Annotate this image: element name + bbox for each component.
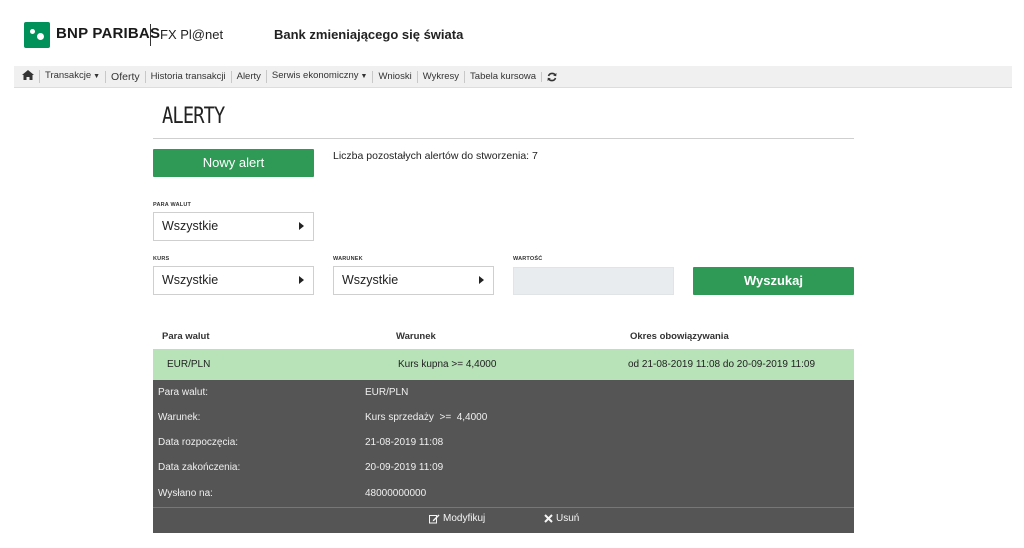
bank-name[interactable]: BNP PARIBAS	[56, 25, 160, 42]
logo-separator	[150, 24, 151, 46]
nav-item-wnioski[interactable]: Wnioski	[372, 70, 416, 83]
rate-value: Wszystkie	[162, 273, 219, 287]
currency-pair-select[interactable]: Wszystkie	[153, 212, 314, 241]
table-row[interactable]: EUR/PLN Kurs kupna >= 4,4000 od 21-08-20…	[153, 349, 854, 380]
home-icon	[22, 69, 34, 80]
value-label: WARTOŚĆ	[513, 256, 543, 262]
new-alert-button[interactable]: Nowy alert	[153, 149, 314, 177]
alert-details-panel: Para walut: EUR/PLN Warunek: Kurs sprzed…	[153, 380, 854, 533]
column-header-condition: Warunek	[396, 331, 436, 342]
close-icon	[544, 514, 553, 523]
remaining-alerts-text: Liczba pozostałych alertów do stworzenia…	[333, 150, 538, 162]
rate-select[interactable]: Wszystkie	[153, 266, 314, 295]
currency-pair-value: Wszystkie	[162, 219, 219, 233]
value-input[interactable]	[513, 267, 674, 295]
detail-label: Warunek:	[158, 412, 201, 423]
detail-value: 20-09-2019 11:09	[365, 462, 444, 473]
row-condition: Kurs kupna >= 4,4000	[398, 359, 497, 370]
delete-button[interactable]: Usuń	[544, 513, 579, 524]
caret-down-icon: ▼	[360, 73, 368, 80]
title-divider	[153, 138, 854, 139]
detail-divider	[153, 507, 854, 508]
detail-label: Data rozpoczęcia:	[158, 437, 239, 448]
condition-value: Wszystkie	[342, 273, 399, 287]
modify-button[interactable]: Modyfikuj	[429, 513, 485, 524]
detail-value: 48000000000	[365, 488, 427, 499]
nav-item-wykresy[interactable]: Wykresy	[416, 70, 464, 83]
page-title: ALERTY	[162, 104, 225, 129]
edit-icon	[429, 514, 440, 524]
caret-right-icon	[479, 276, 484, 284]
condition-label: WARUNEK	[333, 256, 363, 262]
header: BNP PARIBAS FX Pl@net Bank zmieniającego…	[0, 0, 1024, 66]
detail-value: 21-08-2019 11:08	[365, 437, 444, 448]
refresh-icon	[547, 72, 557, 82]
nav-item-transakcje[interactable]: Transakcje ▼	[39, 70, 105, 83]
product-name: FX Pl@net	[160, 27, 224, 42]
column-header-period: Okres obowiązywania	[630, 331, 729, 342]
detail-value: Kurs sprzedaży >= 4,4000	[365, 412, 488, 423]
tagline: Bank zmieniającego się świata	[274, 27, 464, 42]
currency-pair-label: PARA WALUT	[153, 202, 192, 208]
nav-item-alerty[interactable]: Alerty	[230, 70, 266, 83]
main-nav: Transakcje ▼ Oferty Historia transakcji A…	[14, 66, 1012, 88]
nav-item-historia[interactable]: Historia transakcji	[144, 70, 231, 83]
condition-select[interactable]: Wszystkie	[333, 266, 494, 295]
row-period: od 21-08-2019 11:08 do 20-09-2019 11:09	[628, 359, 816, 370]
nav-item-tabela[interactable]: Tabela kursowa	[464, 70, 541, 83]
nav-home[interactable]	[22, 69, 39, 84]
modify-label: Modyfikuj	[443, 513, 486, 524]
row-pair: EUR/PLN	[167, 359, 211, 370]
caret-right-icon	[299, 276, 304, 284]
rate-label: KURS	[153, 256, 170, 262]
caret-right-icon	[299, 222, 304, 230]
nav-refresh[interactable]	[541, 71, 562, 82]
delete-label: Usuń	[556, 513, 580, 524]
column-header-pair: Para walut	[162, 331, 210, 342]
bnp-logo-icon[interactable]	[24, 22, 50, 48]
detail-label: Wysłano na:	[158, 488, 213, 499]
detail-value: EUR/PLN	[365, 387, 409, 398]
caret-down-icon: ▼	[93, 73, 101, 80]
nav-item-serwis[interactable]: Serwis ekonomiczny ▼	[265, 70, 373, 83]
detail-label: Data zakończenia:	[158, 462, 241, 473]
detail-label: Para walut:	[158, 387, 209, 398]
nav-item-oferty[interactable]: Oferty	[105, 70, 145, 83]
search-button[interactable]: Wyszukaj	[693, 267, 854, 295]
